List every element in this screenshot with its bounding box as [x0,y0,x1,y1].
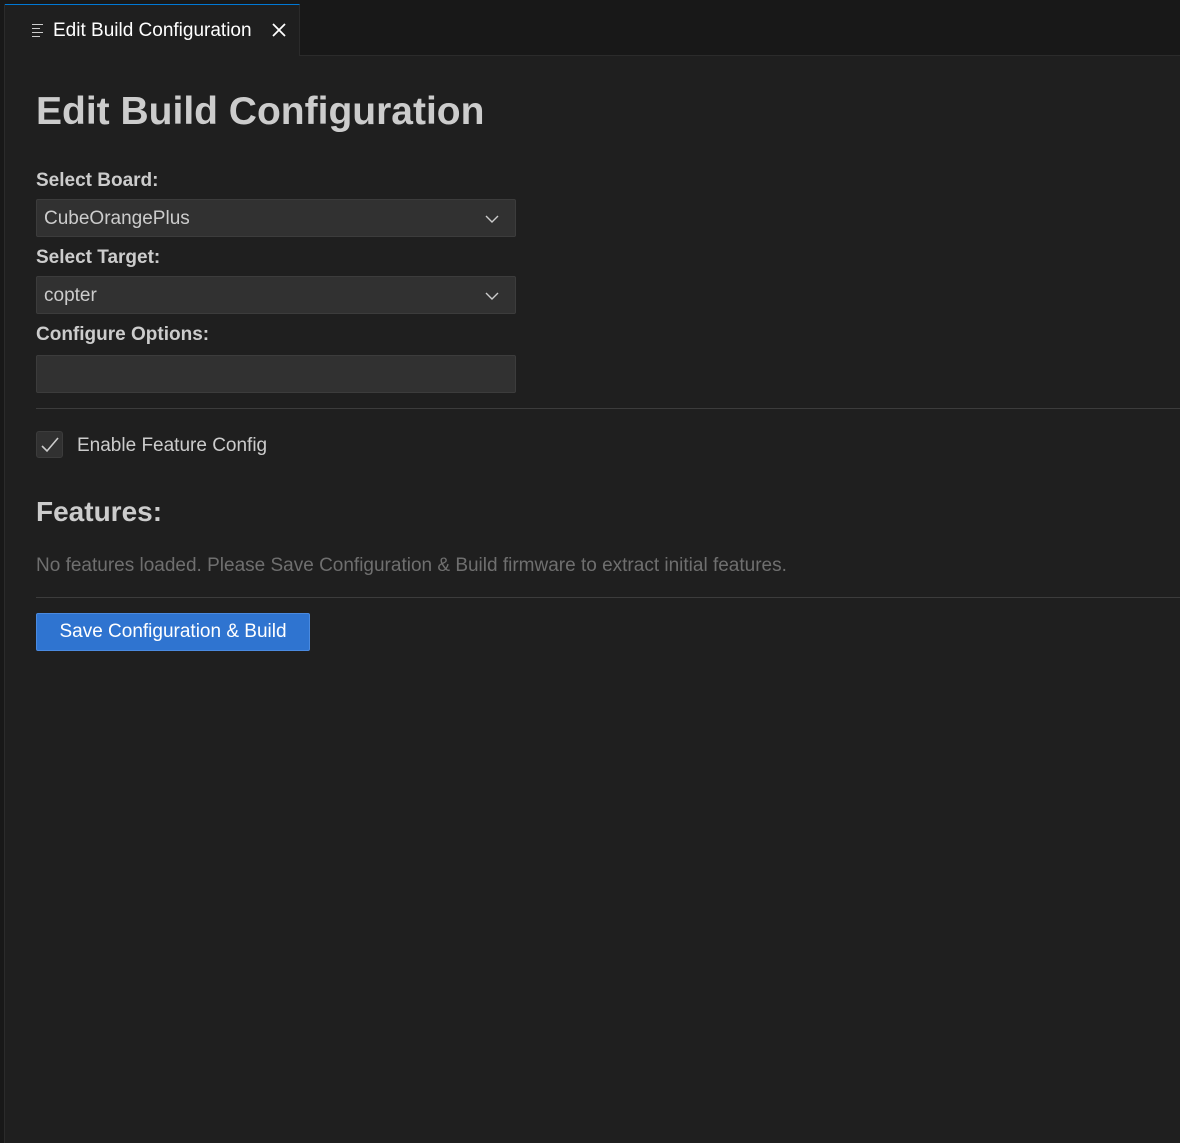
checkmark-icon [41,437,59,453]
features-title: Features: [36,496,163,527]
close-icon[interactable] [268,19,290,41]
chevron-down-icon [485,215,499,223]
page-title: Edit Build Configuration [36,90,485,133]
tab-edit-build-configuration[interactable]: Edit Build Configuration [5,4,300,56]
configure-options-input[interactable] [36,355,516,393]
board-select[interactable]: CubeOrangePlus [36,199,516,237]
section-divider [36,408,1180,409]
chevron-down-icon [485,292,499,300]
board-label: Select Board: [36,170,159,191]
editor-window: Edit Build Configuration Edit Build Conf… [4,4,1180,1143]
enable-feature-config-checkbox[interactable] [36,431,63,458]
target-select[interactable]: copter [36,276,516,314]
board-select-value: CubeOrangePlus [44,208,190,229]
features-empty-message: No features loaded. Please Save Configur… [36,555,787,576]
save-configuration-build-button[interactable]: Save Configuration & Build [36,613,310,651]
tab-bar: Edit Build Configuration [5,4,1180,56]
tab-label: Edit Build Configuration [53,20,252,41]
section-divider [36,597,1180,598]
target-label: Select Target: [36,247,161,268]
enable-feature-config-label[interactable]: Enable Feature Config [77,435,267,457]
configure-options-label: Configure Options: [36,324,210,345]
target-select-value: copter [44,285,97,306]
preview-lines-icon [32,24,44,38]
